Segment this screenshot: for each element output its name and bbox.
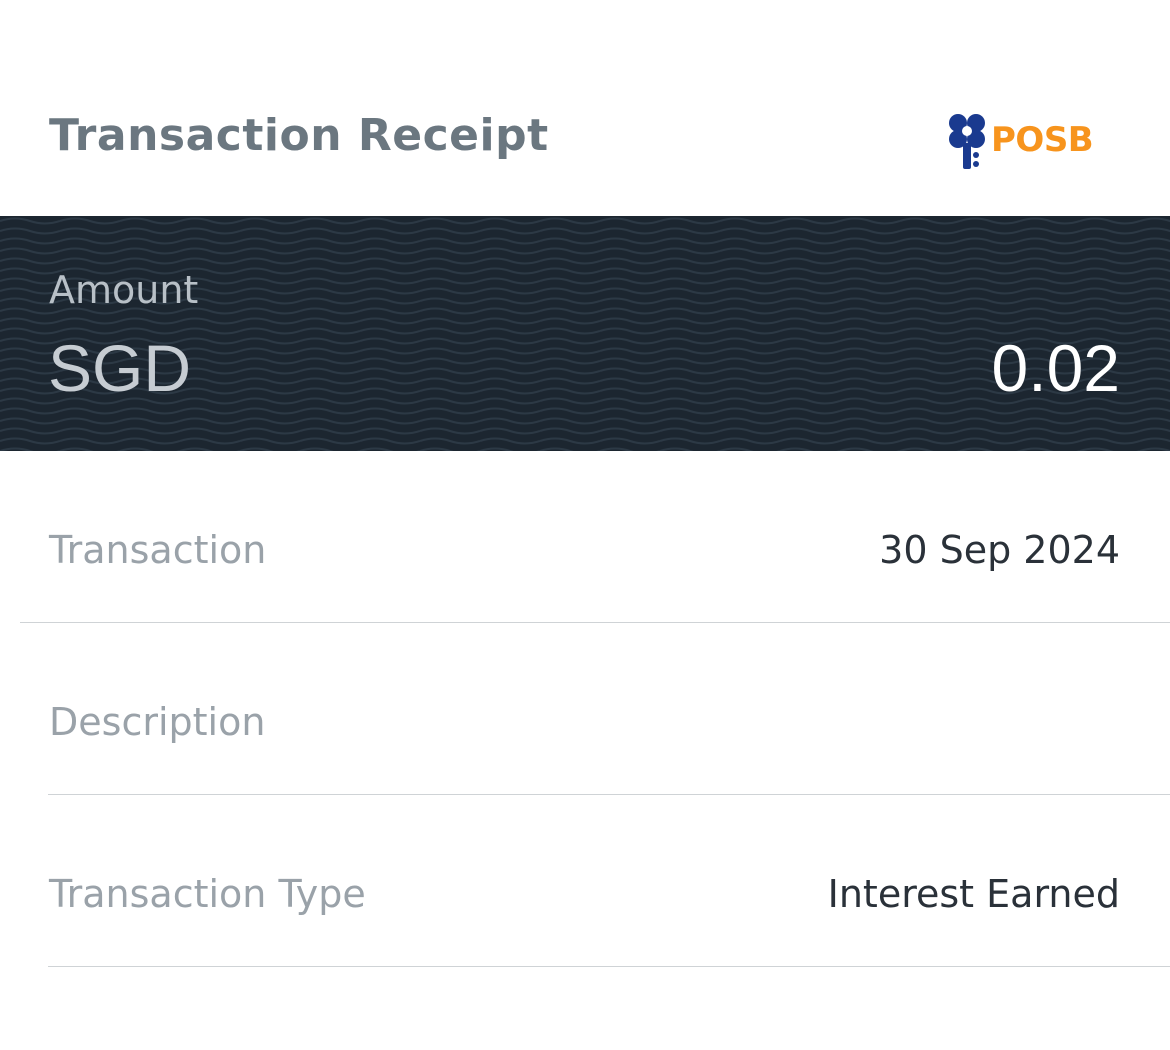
detail-label: Description — [49, 700, 266, 744]
detail-row-transaction-type: Transaction Type Interest Earned — [48, 795, 1170, 967]
detail-label: Transaction — [49, 528, 267, 572]
detail-row-description: Description — [48, 623, 1170, 795]
amount-value: 0.02 — [991, 331, 1120, 405]
receipt-header: Transaction Receipt POSB — [0, 0, 1170, 216]
detail-row-transaction: Transaction 30 Sep 2024 — [48, 451, 1170, 622]
amount-label: Amount — [49, 268, 199, 312]
detail-value: 30 Sep 2024 — [879, 528, 1120, 572]
posb-logo: POSB — [947, 108, 1094, 172]
page-title: Transaction Receipt — [49, 110, 549, 161]
transaction-receipt-page: Transaction Receipt POSB Amount SGD 0.02… — [0, 0, 1170, 1050]
logo-text: POSB — [991, 120, 1094, 160]
currency-code: SGD — [48, 331, 192, 405]
detail-value: Interest Earned — [827, 872, 1120, 916]
posb-key-icon — [949, 114, 985, 169]
detail-label: Transaction Type — [49, 872, 366, 916]
